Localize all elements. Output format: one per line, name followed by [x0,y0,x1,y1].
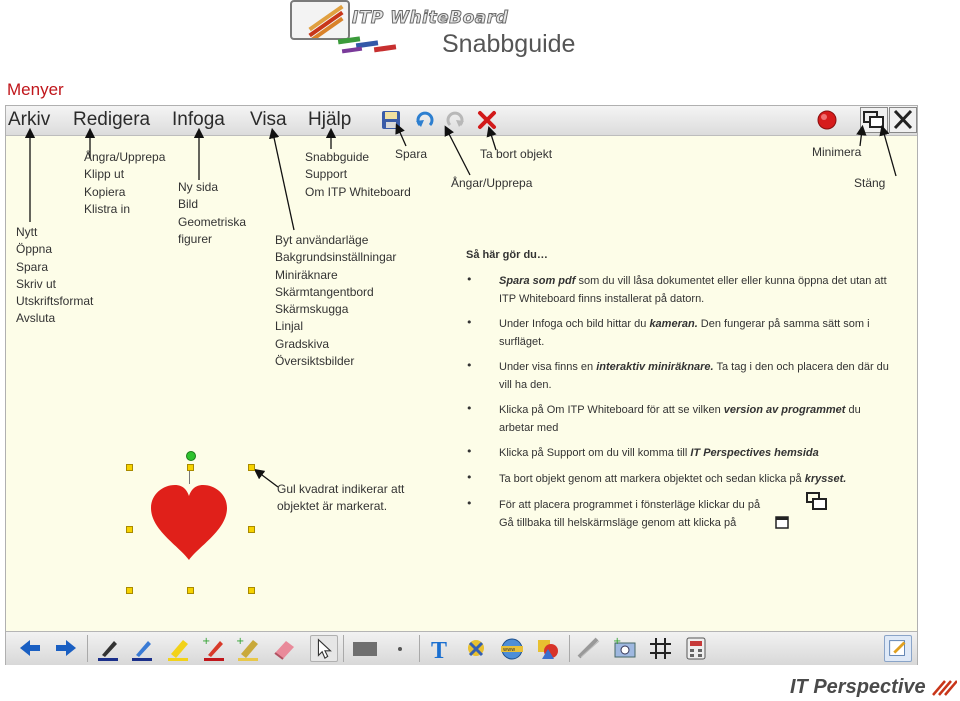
howto-item-1: Spara som pdf som du vill låsa dokumente… [499,275,887,305]
bullet: • [466,471,473,484]
camera-icon[interactable]: + [611,635,639,662]
redo-icon[interactable] [444,109,466,131]
visa-annotation: Byt användarläge Bakgrundsinställningar … [275,233,397,369]
heart-shape[interactable] [149,484,229,564]
arkiv-annotation: Nytt Öppna Spara Skriv ut Utskriftsforma… [16,225,94,326]
howto-item-3: Under visa finns en interaktiv miniräkna… [499,361,889,391]
stamp-icon[interactable] [462,635,490,662]
menu-infoga[interactable]: Infoga [172,109,225,131]
bullet: • [466,359,473,372]
eraser-icon[interactable] [270,635,298,662]
record-icon[interactable] [816,109,838,131]
selection-handle[interactable] [248,464,255,471]
toolbar-separator [569,635,570,662]
grid-icon[interactable] [647,635,675,662]
close-icon [893,109,913,130]
page-subtitle: Snabbguide [442,30,576,58]
footer-brand: IT Perspective [790,676,959,699]
toolbar-separator [343,635,344,662]
text-tool-icon[interactable]: T [426,635,454,662]
forward-arrow-icon[interactable] [52,635,80,662]
shapes-icon[interactable] [534,635,562,662]
menu-redigera[interactable]: Redigera [73,109,150,131]
svg-text:+: + [202,636,210,647]
fullscreen-icon [775,516,789,529]
section-title: Menyer [7,80,64,99]
bullet: • [466,497,473,510]
protractor-icon[interactable] [575,635,603,662]
selection-handle[interactable] [126,464,133,471]
svg-text:www: www [503,647,515,653]
highlighter-add-icon[interactable]: + [234,635,262,662]
selection-note: Gul kvadrat indikerar att objektet är ma… [277,482,405,514]
window-mode-button[interactable] [860,107,888,133]
selection-handle[interactable] [187,464,194,471]
infoga-annotation: Ny sida Bild Geometriska figurer [178,180,247,246]
stang-annotation: Stäng [854,176,886,190]
brand-stripes-icon [932,679,959,696]
logo-text: ITP WhiteBoard [351,8,509,29]
edit-icon[interactable] [884,635,912,662]
menu-hjalp[interactable]: Hjälp [308,109,351,131]
dot-size-icon[interactable] [386,635,414,662]
bullet: • [466,273,473,286]
selection-handle[interactable] [126,587,133,594]
selection-handle[interactable] [248,587,255,594]
howto-item-5: Klicka på Support om du vill komma till … [499,447,819,459]
toolbar-separator [87,635,88,662]
rotate-handle[interactable] [186,451,196,461]
angra-annotation: Ångar/Upprepa [451,176,533,190]
pointer-icon[interactable] [310,635,338,662]
spara-annotation: Spara [395,147,428,161]
howto-item-2: Under Infoga och bild hittar du kameran.… [499,318,870,348]
bullet: • [466,445,473,458]
delete-icon[interactable] [476,109,498,131]
redigera-annotation: Ångra/Upprepa Klipp ut Kopiera Klistra i… [84,150,166,216]
calculator-icon[interactable] [682,635,710,662]
markers-icon [337,36,397,54]
howto-title: Så här gör du… [466,249,548,261]
pen-blue-icon[interactable] [128,635,156,662]
rectangle-shape-icon[interactable] [349,635,383,662]
bottom-toolbar: + + T www + [6,631,917,665]
close-button[interactable] [889,107,917,133]
svg-text:+: + [613,636,621,647]
menu-visa[interactable]: Visa [250,109,287,131]
svg-text:T: T [431,638,447,662]
highlighter-yellow-icon[interactable] [164,635,192,662]
bullet: • [466,402,473,415]
window-mode-icon [863,111,884,128]
pen-black-icon[interactable] [94,635,122,662]
selection-handle[interactable] [126,526,133,533]
app-logo [290,0,350,40]
selection-handle[interactable] [187,587,194,594]
toolbar-separator [419,635,420,662]
selection-handle[interactable] [248,526,255,533]
minimera-annotation: Minimera [812,145,862,159]
pen-red-add-icon[interactable]: + [200,635,228,662]
back-arrow-icon[interactable] [16,635,44,662]
bullet: • [466,316,473,329]
svg-text:+: + [236,636,244,647]
howto-item-4: Klicka på Om ITP Whiteboard för att se v… [499,404,861,434]
ta-bort-annotation: Ta bort objekt [480,147,553,161]
undo-icon[interactable] [414,109,436,131]
menu-arkiv[interactable]: Arkiv [8,109,50,131]
save-icon[interactable] [380,109,402,131]
howto-item-6: Ta bort objekt genom att markera objekte… [499,473,847,485]
howto-item-7: För att placera programmet i fönsterläge… [499,499,761,529]
window-mode-icon [806,492,827,510]
web-icon[interactable]: www [498,635,526,662]
menubar: Arkiv Redigera Infoga Visa Hjälp [6,106,917,136]
